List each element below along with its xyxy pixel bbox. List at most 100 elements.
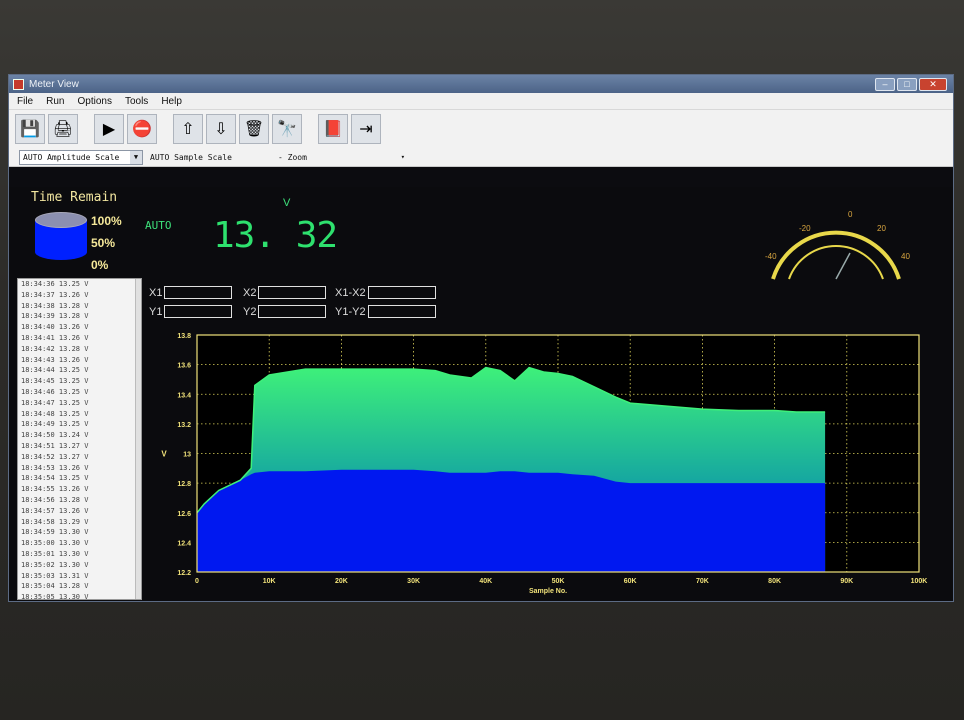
reading-log-list[interactable]: 18:34:36 13.25 V 18:34:37 13.26 V 18:34:38… — [17, 278, 142, 600]
cursor-x2: X2 — [243, 286, 327, 299]
list-item[interactable]: 18:34:54 13.25 V — [18, 473, 141, 484]
cursor-y1-y2-label: Y1-Y2 — [335, 305, 366, 318]
cylinder-top — [35, 212, 87, 228]
list-item[interactable]: 18:35:05 13.30 V — [18, 592, 141, 599]
sample-scale-select[interactable]: AUTO Sample Scale — [147, 150, 271, 165]
y-tick-label: 12.4 — [177, 540, 191, 547]
zoom-value: - Zoom — [278, 152, 307, 162]
time-remain-0: 0% — [91, 258, 109, 272]
cursor-y1-field[interactable] — [164, 305, 233, 318]
cursor-y2: Y2 — [243, 305, 327, 318]
trash-button[interactable]: 🗑 — [239, 114, 269, 144]
list-item[interactable]: 18:35:02 13.30 V — [18, 560, 141, 571]
exit-button[interactable]: ⇥ — [351, 114, 381, 144]
gauge-tick-label: -40 — [765, 252, 777, 261]
save-button[interactable]: 💾 — [15, 114, 45, 144]
trash-icon: 🗑 — [243, 121, 265, 138]
arrow-up-button[interactable]: ⇧ — [173, 114, 203, 144]
x-tick-label: 90K — [840, 578, 853, 585]
list-item[interactable]: 18:34:46 13.25 V — [18, 387, 141, 398]
y-tick-label: 13.2 — [177, 422, 191, 429]
meter-reading: 13. 32 — [213, 215, 338, 256]
menu-run[interactable]: Run — [46, 96, 64, 107]
list-item[interactable]: 18:34:38 13.28 V — [18, 301, 141, 312]
gauge-tick-label: -20 — [799, 224, 811, 233]
list-item[interactable]: 18:34:37 13.26 V — [18, 290, 141, 301]
help-book-button[interactable]: 📕 — [318, 114, 348, 144]
list-item[interactable]: 18:34:57 13.26 V — [18, 506, 141, 517]
time-remain-title: Time Remain — [31, 190, 118, 205]
print-button[interactable]: 🖨 — [48, 114, 78, 144]
list-item[interactable]: 18:34:49 13.25 V — [18, 419, 141, 430]
menu-bar: File Run Options Tools Help — [9, 93, 953, 110]
list-item[interactable]: 18:34:40 13.26 V — [18, 322, 141, 333]
list-item[interactable]: 18:34:47 13.25 V — [18, 398, 141, 409]
amplitude-scale-select[interactable]: AUTO Amplitude Scale ▼ — [19, 149, 143, 165]
y-tick-label: 12.6 — [177, 511, 191, 518]
run-button[interactable]: ▶ — [94, 114, 124, 144]
list-item[interactable]: 18:34:51 13.27 V — [18, 441, 141, 452]
binoculars-button[interactable]: 🔭 — [272, 114, 302, 144]
stop-button[interactable]: ⛔ — [127, 114, 157, 144]
cursor-x1-x2-field[interactable] — [367, 286, 436, 299]
list-item[interactable]: 18:34:50 13.24 V — [18, 430, 141, 441]
x-tick-label: 50K — [552, 578, 565, 585]
list-item[interactable]: 18:35:03 13.31 V — [18, 571, 141, 582]
list-item[interactable]: 18:35:01 13.30 V — [18, 549, 141, 560]
list-item[interactable]: 18:35:00 13.30 V — [18, 538, 141, 549]
list-item[interactable]: 18:34:58 13.29 V — [18, 517, 141, 528]
list-item[interactable]: 18:34:53 13.26 V — [18, 463, 141, 474]
x-tick-label: 60K — [624, 578, 637, 585]
zoom-select[interactable]: - Zoom ▾ — [275, 150, 405, 165]
menu-options[interactable]: Options — [77, 96, 111, 107]
voltage-chart[interactable]: 0 10K 20K 30K 40K 50K 60K 70K 80K 90K 100K 12.2 12.4… — [149, 327, 929, 602]
arrow-down-button[interactable]: ⇩ — [206, 114, 236, 144]
maximize-button[interactable]: □ — [897, 77, 917, 91]
list-item[interactable]: 18:34:43 13.26 V — [18, 355, 141, 366]
list-item[interactable]: 18:34:36 13.25 V — [18, 279, 141, 290]
minimize-button[interactable]: – — [875, 77, 895, 91]
list-item[interactable]: 18:34:44 13.25 V — [18, 365, 141, 376]
arrow-down-icon: ⇩ — [214, 121, 228, 138]
cursor-y1-y2-field[interactable] — [367, 305, 436, 318]
cursor-y2-field[interactable] — [258, 305, 327, 318]
list-item[interactable]: 18:35:04 13.28 V — [18, 581, 141, 592]
gauge-tick-label: 0 — [848, 210, 853, 219]
app-icon — [13, 78, 24, 90]
list-item[interactable]: 18:34:52 13.27 V — [18, 452, 141, 463]
app-window: Meter View – □ ✕ File Run Options Tools … — [8, 74, 954, 602]
options-bar: AUTO Amplitude Scale ▼ AUTO Sample Scale… — [9, 148, 953, 167]
y-axis-label: V — [161, 450, 167, 459]
time-remain-50: 50% — [91, 236, 116, 250]
close-button[interactable]: ✕ — [919, 77, 947, 91]
exit-icon: ⇥ — [359, 121, 373, 138]
binoculars-icon: 🔭 — [277, 121, 297, 138]
list-item[interactable]: 18:34:39 13.28 V — [18, 311, 141, 322]
time-remain-100: 100% — [91, 214, 122, 228]
save-icon: 💾 — [20, 121, 40, 138]
menu-help[interactable]: Help — [161, 96, 182, 107]
cursor-x1-x2: X1-X2 — [335, 286, 436, 299]
menu-tools[interactable]: Tools — [125, 96, 148, 107]
log-scrollbar[interactable] — [135, 279, 141, 599]
list-item[interactable]: 18:34:45 13.25 V — [18, 376, 141, 387]
stop-icon: ⛔ — [132, 121, 152, 138]
cursor-x1-field[interactable] — [164, 286, 233, 299]
list-item[interactable]: 18:34:42 13.28 V — [18, 344, 141, 355]
list-item[interactable]: 18:34:59 13.30 V — [18, 527, 141, 538]
menu-file[interactable]: File — [17, 96, 33, 107]
x-tick-label: 0 — [195, 578, 199, 585]
list-item[interactable]: 18:34:55 13.26 V — [18, 484, 141, 495]
list-item[interactable]: 18:34:48 13.25 V — [18, 409, 141, 420]
cursor-x2-field[interactable] — [258, 286, 327, 299]
x-axis-label: Sample No. — [529, 588, 567, 595]
sample-scale-value: AUTO Sample Scale — [150, 152, 232, 162]
y-tick-label: 13.6 — [177, 363, 191, 370]
list-item[interactable]: 18:34:41 13.26 V — [18, 333, 141, 344]
cursor-y1: Y1 — [149, 305, 233, 318]
print-icon: 🖨 — [52, 121, 74, 138]
x-tick-label: 40K — [479, 578, 492, 585]
y-tick-label: 13.4 — [177, 392, 191, 399]
list-item[interactable]: 18:34:56 13.28 V — [18, 495, 141, 506]
amplitude-scale-value: AUTO Amplitude Scale — [23, 152, 120, 162]
